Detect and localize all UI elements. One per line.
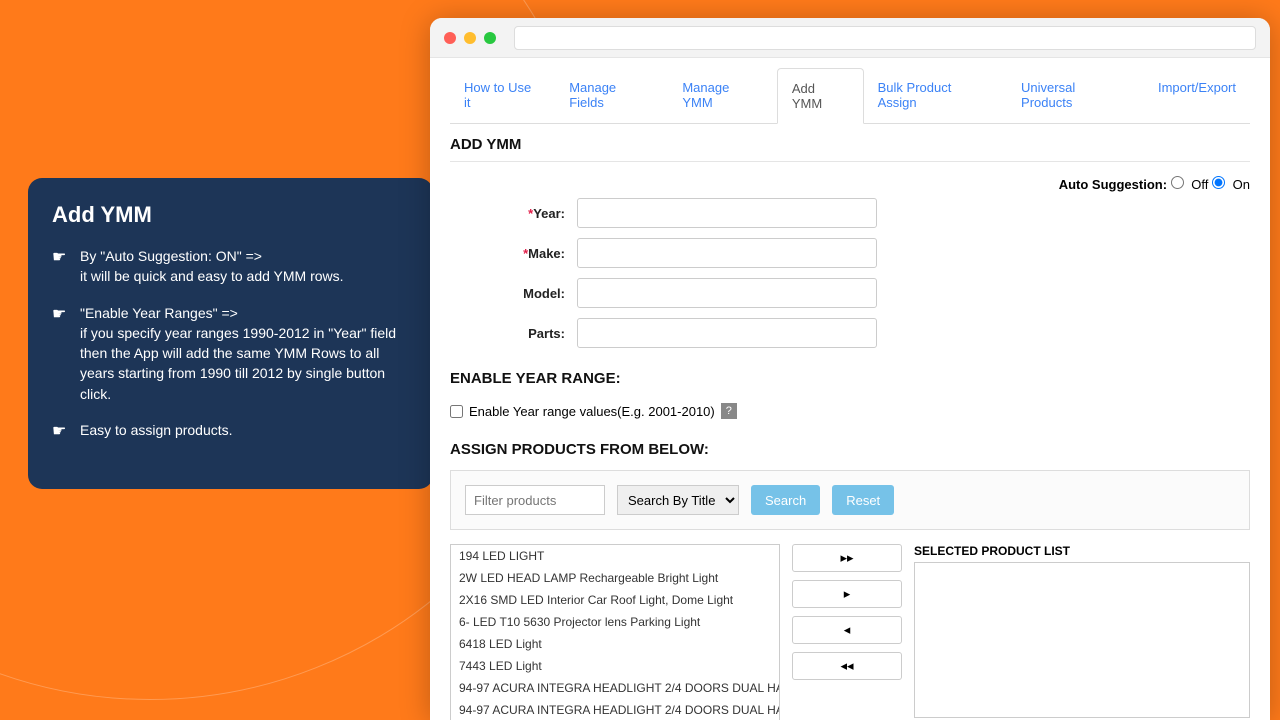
search-by-select[interactable]: Search By Title — [617, 485, 739, 515]
enable-year-range-title: ENABLE YEAR RANGE: — [450, 358, 1250, 395]
filter-box: Search By Title Search Reset — [450, 470, 1250, 530]
help-icon[interactable]: ? — [721, 403, 737, 419]
tab-bulk-product-assign[interactable]: Bulk Product Assign — [864, 68, 1007, 123]
tab-how-to-use-it[interactable]: How to Use it — [450, 68, 555, 123]
pointer-icon: ☛ — [52, 303, 70, 404]
tab-manage-ymm[interactable]: Manage YMM — [668, 68, 777, 123]
list-item[interactable]: 94-97 ACURA INTEGRA HEADLIGHT 2/4 DOORS … — [451, 677, 779, 699]
year-label: *Year: — [450, 206, 565, 221]
close-icon[interactable] — [444, 32, 456, 44]
minimize-icon[interactable] — [464, 32, 476, 44]
search-button[interactable]: Search — [751, 485, 820, 515]
auto-suggestion-off-radio[interactable] — [1171, 176, 1184, 189]
tab-manage-fields[interactable]: Manage Fields — [555, 68, 668, 123]
selected-product-list-title: SELECTED PRODUCT LIST — [914, 544, 1250, 558]
list-item[interactable]: 2W LED HEAD LAMP Rechargeable Bright Lig… — [451, 567, 779, 589]
list-item[interactable]: 2X16 SMD LED Interior Car Roof Light, Do… — [451, 589, 779, 611]
titlebar — [430, 18, 1270, 58]
pointer-icon: ☛ — [52, 420, 70, 443]
callout-panel: Add YMM ☛ By "Auto Suggestion: ON" => it… — [28, 178, 433, 489]
auto-suggestion-toggle: Auto Suggestion: Off On — [450, 170, 1250, 198]
make-input[interactable] — [577, 238, 877, 268]
move-right-button[interactable]: ▸ — [792, 580, 902, 608]
filter-products-input[interactable] — [465, 485, 605, 515]
assign-products-title: ASSIGN PRODUCTS FROM BELOW: — [450, 429, 1250, 466]
selected-products-list[interactable] — [914, 562, 1250, 718]
reset-button[interactable]: Reset — [832, 485, 894, 515]
list-item[interactable]: 94-97 ACURA INTEGRA HEADLIGHT 2/4 DOORS … — [451, 699, 779, 720]
move-left-button[interactable]: ◂ — [792, 616, 902, 644]
page-title: ADD YMM — [450, 124, 1250, 162]
model-label: Model: — [450, 286, 565, 301]
list-item[interactable]: 7443 LED Light — [451, 655, 779, 677]
tab-universal-products[interactable]: Universal Products — [1007, 68, 1144, 123]
callout-bullet: ☛ Easy to assign products. — [52, 420, 409, 443]
browser-window: How to Use itManage FieldsManage YMMAdd … — [430, 18, 1270, 720]
url-bar[interactable] — [514, 26, 1256, 50]
list-item[interactable]: 6418 LED Light — [451, 633, 779, 655]
parts-label: Parts: — [450, 326, 565, 341]
callout-bullet: ☛ By "Auto Suggestion: ON" => it will be… — [52, 246, 409, 287]
callout-title: Add YMM — [52, 202, 409, 228]
callout-bullet: ☛ "Enable Year Ranges" => if you specify… — [52, 303, 409, 404]
make-label: *Make: — [450, 246, 565, 261]
list-item[interactable]: 6- LED T10 5630 Projector lens Parking L… — [451, 611, 779, 633]
tab-import-export[interactable]: Import/Export — [1144, 68, 1250, 123]
auto-suggestion-on-radio[interactable] — [1212, 176, 1225, 189]
list-item[interactable]: 194 LED LIGHT — [451, 545, 779, 567]
pointer-icon: ☛ — [52, 246, 70, 287]
tab-bar: How to Use itManage FieldsManage YMMAdd … — [450, 68, 1250, 124]
model-input[interactable] — [577, 278, 877, 308]
move-all-right-button[interactable]: ▸▸ — [792, 544, 902, 572]
maximize-icon[interactable] — [484, 32, 496, 44]
available-products-list[interactable]: 194 LED LIGHT2W LED HEAD LAMP Rechargeab… — [450, 544, 780, 720]
year-input[interactable] — [577, 198, 877, 228]
enable-year-range-label: Enable Year range values(E.g. 2001-2010) — [469, 404, 715, 419]
enable-year-range-checkbox[interactable] — [450, 405, 463, 418]
move-all-left-button[interactable]: ◂◂ — [792, 652, 902, 680]
parts-input[interactable] — [577, 318, 877, 348]
tab-add-ymm[interactable]: Add YMM — [777, 68, 864, 124]
